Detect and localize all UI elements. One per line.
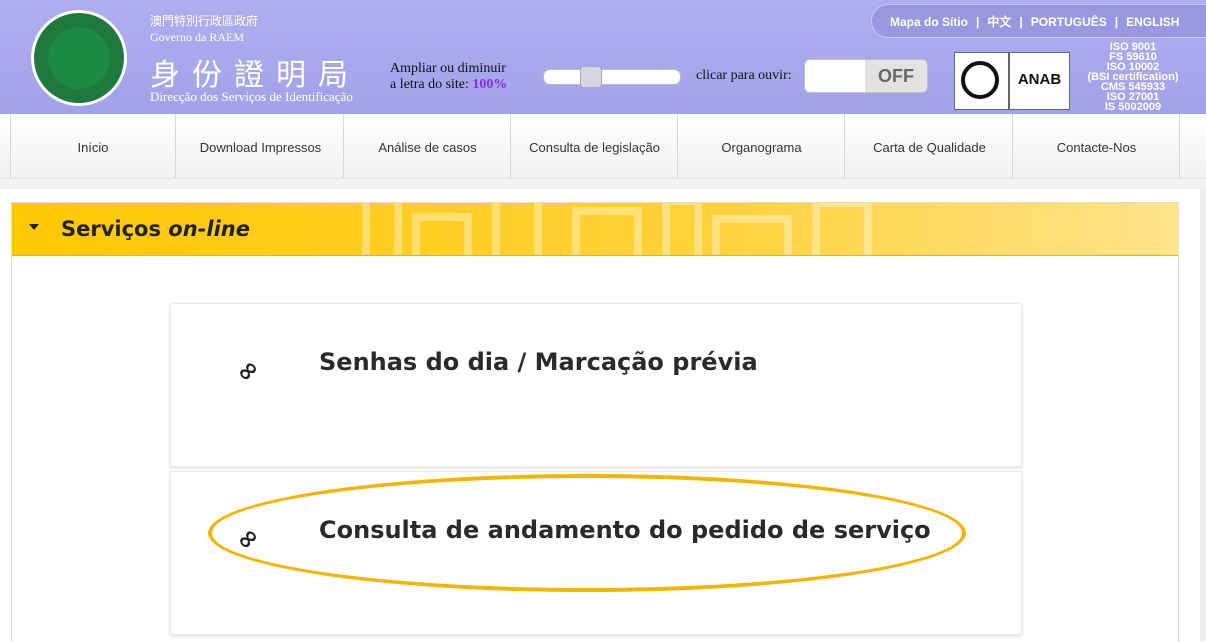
header-decoration [712,215,792,255]
sitemap-link[interactable]: Mapa do Sítio [890,15,968,29]
top-links: Mapa do Sítio | 中文 | PORTUGUÊS | ENGLISH [871,4,1206,38]
macau-emblem-logo[interactable] [31,10,127,106]
nav-item-contacte[interactable]: Contacte-Nos [1014,114,1180,178]
iso-cert-list: ISO 9001 FS 59610 ISO 10002 (BSI certifi… [1078,42,1188,113]
org-government: Governo da RAEM [150,30,244,44]
service-card-senhas[interactable]: ∞ Senhas do dia / Marcação prévia [170,303,1022,467]
lang-english-link[interactable]: ENGLISH [1126,15,1179,29]
font-size-label-2: a letra do site: [390,77,469,92]
service-link-senhas[interactable]: Senhas do dia / Marcação prévia [319,348,758,376]
panel-title-em: on-line [168,217,250,241]
slider-handle[interactable] [580,66,602,88]
org-line-cn: 澳門特別行政區政府 [150,14,259,28]
lotus-icon [48,27,110,89]
iso-line: IS 5002009 [1104,101,1162,113]
org-name-cjk: 身份證明局 [150,59,360,92]
anab-cert-logo: ANAB [1009,52,1070,110]
header-decoration [362,203,402,255]
nav-item-legislacao[interactable]: Consulta de legislação [512,114,678,178]
listen-toggle[interactable]: OFF [804,59,928,93]
nav-item-carta[interactable]: Carta de Qualidade [847,114,1013,178]
nav-item-inicio[interactable]: Início [10,114,176,178]
bsi-cert-logo [954,52,1009,110]
font-size-control: Ampliar ou diminuir a letra do site: 100… [390,61,507,93]
anab-label: ANAB [1017,71,1062,88]
listen-label: clicar para ouvir: [696,68,792,83]
site-header: 澳門特別行政區政府 Governo da RAEM 身份證明局 Direcção… [0,0,1206,114]
font-size-label-1: Ampliar ou diminuir [390,61,506,76]
toggle-state: OFF [865,60,927,92]
bsi-logo-icon [961,61,999,99]
lang-portuguese-link[interactable]: PORTUGUÊS [1031,15,1107,29]
main-nav: Início Download Impressos Análise de cas… [0,114,1206,179]
header-decoration [492,203,542,255]
lang-chinese-link[interactable]: 中文 [987,15,1011,29]
font-size-value: 100% [472,77,508,92]
org-department: Direcção dos Serviços de Identificação [150,89,353,104]
header-decoration [572,207,642,255]
highlight-ellipse [208,474,966,592]
panel-title: Serviços on-line [61,217,250,241]
header-decoration [812,203,872,255]
content-gap [0,179,1206,189]
panel-title-prefix: Serviços [61,217,169,241]
header-decoration [662,203,702,255]
nav-item-download[interactable]: Download Impressos [178,114,344,178]
collapse-caret-icon[interactable] [29,224,39,230]
nav-item-organograma[interactable]: Organograma [679,114,845,178]
page-scroll-edge [1200,189,1206,641]
header-decoration [412,213,472,255]
link-icon: ∞ [229,352,267,390]
font-size-slider[interactable] [543,66,681,88]
nav-item-analise[interactable]: Análise de casos [345,114,511,178]
panel-header[interactable]: Serviços on-line [12,203,1178,256]
